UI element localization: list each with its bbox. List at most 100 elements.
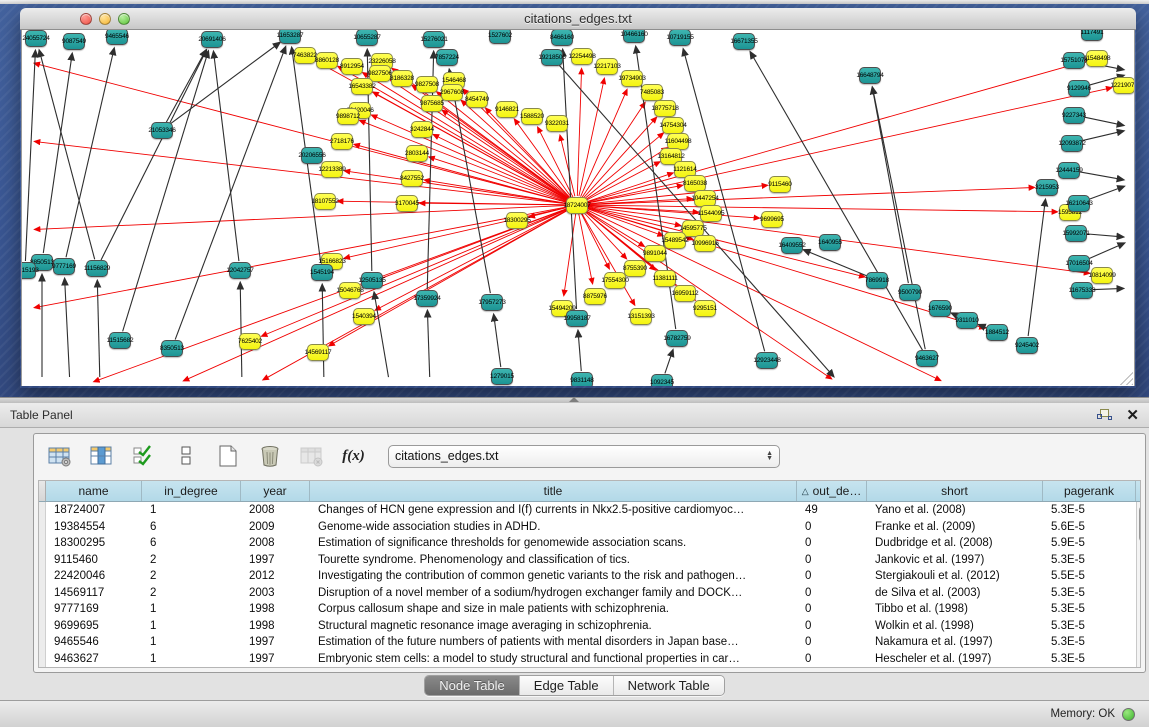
graph-node[interactable]: 19218506 — [541, 49, 563, 66]
graph-node[interactable]: 19958187 — [566, 310, 588, 327]
table-row[interactable]: 946362711997Embryonic stem cells: a mode… — [39, 651, 1136, 668]
graph-node[interactable]: 12042757 — [229, 262, 251, 279]
graph-node[interactable]: 16782759 — [666, 330, 688, 347]
column-header-title[interactable]: title — [310, 481, 797, 501]
column-header-in_degree[interactable]: in_degree — [142, 481, 241, 501]
graph-node[interactable]: 8755390 — [624, 260, 646, 277]
table-row[interactable]: 946554611997Estimation of the future num… — [39, 634, 1136, 651]
graph-node[interactable]: 16671355 — [733, 33, 755, 50]
graph-node[interactable]: 1545194 — [311, 264, 333, 281]
graph-node[interactable]: 19734903 — [621, 70, 643, 87]
graph-node[interactable]: 7857224 — [436, 49, 458, 66]
graph-node[interactable]: 11548498 — [1086, 50, 1108, 67]
graph-node[interactable]: 2718176 — [331, 133, 353, 150]
graph-node[interactable]: 15046768 — [339, 282, 361, 299]
graph-node[interactable]: 16959112 — [674, 285, 696, 302]
graph-node[interactable]: 1588520 — [521, 108, 543, 125]
graph-node[interactable]: 16409552 — [781, 237, 803, 254]
graph-node[interactable]: 8186328 — [391, 70, 413, 87]
graph-node[interactable]: 20691406 — [201, 31, 223, 48]
graph-node[interactable]: 7485083 — [641, 84, 663, 101]
close-window-icon[interactable] — [80, 13, 92, 25]
graph-node[interactable]: 11675333 — [1071, 282, 1093, 299]
graph-node[interactable]: 9227343 — [1063, 107, 1085, 124]
graph-node[interactable]: 3215953 — [1036, 179, 1058, 196]
graph-node[interactable]: 13915193 — [21, 262, 36, 279]
column-header-year[interactable]: year — [241, 481, 310, 501]
graph-node[interactable]: 11544095 — [700, 205, 722, 222]
graph-node[interactable]: 16648794 — [859, 67, 881, 84]
graph-node[interactable]: 11515682 — [109, 332, 131, 349]
graph-node[interactable]: 10996916 — [694, 235, 716, 252]
column-header-name[interactable]: name — [46, 481, 142, 501]
table-settings-icon[interactable] — [46, 444, 73, 468]
graph-node[interactable]: 8350513 — [161, 340, 183, 357]
graph-node[interactable]: 10814099 — [1091, 267, 1113, 284]
graph-node[interactable]: 11604498 — [667, 133, 689, 150]
graph-node[interactable]: 24055724 — [25, 30, 47, 47]
graph-node[interactable]: 8427552 — [401, 170, 423, 187]
graph-node[interactable]: 18775718 — [654, 100, 676, 117]
graph-node[interactable]: 21053346 — [151, 122, 173, 139]
graph-node[interactable]: 9831148 — [571, 372, 593, 387]
graph-node[interactable]: 11381111 — [654, 270, 676, 287]
graph-node[interactable]: 10466160 — [623, 30, 645, 43]
graph-node[interactable]: 9463627 — [916, 350, 938, 367]
splitter-handle-icon[interactable] — [569, 397, 579, 402]
table-row[interactable]: 969969511998Structural magnetic resonanc… — [39, 618, 1136, 635]
graph-node[interactable]: 15992071 — [1065, 225, 1087, 242]
graph-node[interactable]: 9129946 — [1068, 80, 1090, 97]
graph-node[interactable]: 8466160 — [551, 30, 573, 46]
graph-node[interactable]: 18107552 — [314, 193, 336, 210]
graph-node[interactable]: 9311010 — [956, 312, 978, 329]
column-header-short[interactable]: short — [867, 481, 1043, 501]
table-row[interactable]: 977716911998Corpus callosum shape and si… — [39, 601, 1136, 618]
graph-node[interactable]: 12217103 — [596, 58, 618, 75]
graph-node[interactable]: 9087549 — [63, 33, 85, 50]
table-row[interactable]: 1872400712008Changes of HCN gene express… — [39, 502, 1136, 519]
graph-node[interactable]: 8165038 — [684, 175, 706, 192]
graph-node[interactable]: 1092345 — [651, 374, 673, 387]
graph-node[interactable]: 7463822 — [294, 47, 316, 64]
graph-node[interactable]: 12505135 — [361, 272, 383, 289]
graph-node[interactable]: 17016504 — [1068, 255, 1090, 272]
network-canvas[interactable]: 7463822886012889129542322605898275061654… — [21, 30, 1135, 386]
graph-node[interactable]: 17957273 — [481, 294, 503, 311]
graph-node[interactable]: 1676590 — [929, 300, 951, 317]
graph-node[interactable]: 18724007 — [566, 197, 588, 214]
graph-node[interactable]: 12093872 — [1061, 135, 1083, 152]
graph-node[interactable]: 3242844 — [411, 121, 433, 138]
table-row[interactable]: 1830029562008Estimation of significance … — [39, 535, 1136, 552]
graph-node[interactable]: 14754304 — [662, 117, 684, 134]
graph-node[interactable]: 1117491 — [1081, 30, 1103, 41]
show-column-icon[interactable] — [88, 444, 115, 468]
graph-node[interactable]: 1884512 — [986, 324, 1008, 341]
graph-node[interactable]: 9500790 — [899, 284, 921, 301]
table-row[interactable]: 1938455462009Genome-wide association stu… — [39, 519, 1136, 536]
graph-node[interactable]: 13151393 — [630, 308, 652, 325]
graph-node[interactable]: 1527602 — [489, 30, 511, 44]
graph-node[interactable]: 8454749 — [466, 91, 488, 108]
graph-node[interactable]: 20206556 — [301, 147, 323, 164]
graph-node[interactable]: 12444159 — [1058, 162, 1080, 179]
graph-node[interactable]: 9115460 — [769, 176, 791, 193]
graph-node[interactable]: 7869918 — [866, 272, 888, 289]
graph-node[interactable]: 9146821 — [496, 101, 518, 118]
graph-node[interactable]: 14569117 — [307, 344, 329, 361]
graph-node[interactable]: 9777169 — [53, 258, 75, 275]
graph-node[interactable]: 8875976 — [584, 288, 606, 305]
function-builder-icon[interactable]: f(x) — [340, 444, 367, 468]
graph-node[interactable]: 9699695 — [761, 211, 783, 228]
graph-node[interactable]: 11156829 — [86, 260, 108, 277]
graph-node[interactable]: 15751074 — [1063, 52, 1085, 69]
close-panel-icon[interactable]: ✕ — [1126, 408, 1139, 423]
row-height-icon[interactable] — [172, 444, 199, 468]
tab-edge-table[interactable]: Edge Table — [520, 676, 614, 695]
scrollbar-thumb[interactable] — [1139, 505, 1141, 543]
graph-node[interactable]: 16210643 — [1068, 195, 1090, 212]
graph-node[interactable]: 8912954 — [341, 58, 363, 75]
graph-node[interactable]: 8860128 — [316, 52, 338, 69]
graph-node[interactable]: 2803144 — [406, 145, 428, 162]
select-rows-icon[interactable] — [130, 444, 157, 468]
window-titlebar[interactable]: citations_edges.txt — [20, 8, 1136, 30]
